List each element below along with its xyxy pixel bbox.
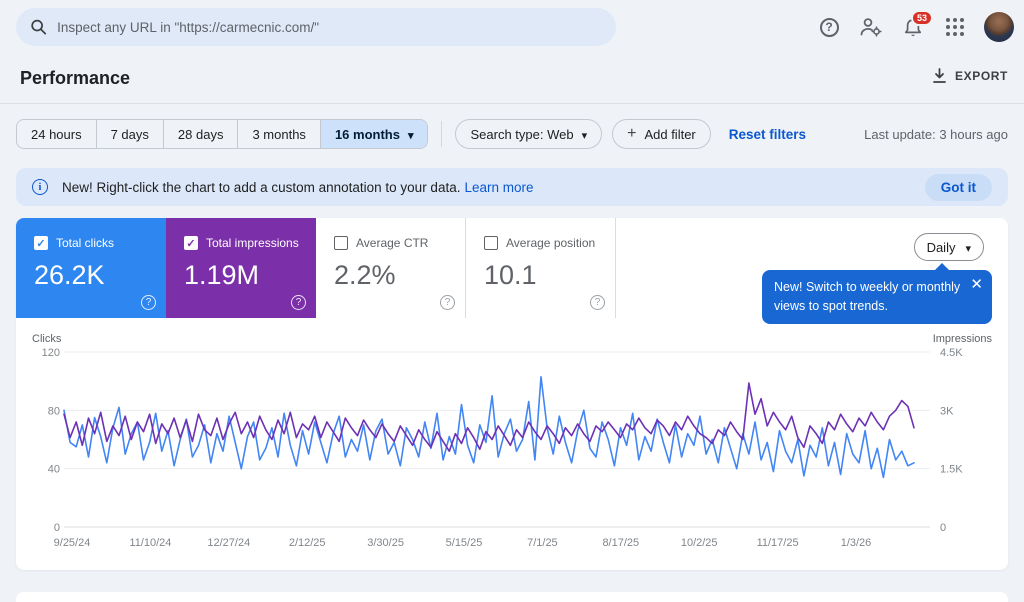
metric-tile-value: 26.2K — [34, 260, 166, 291]
left-axis-tick: 80 — [48, 405, 60, 417]
apps-button[interactable] — [942, 14, 968, 40]
topbar-actions: ? 53 — [816, 0, 1014, 54]
promo-tooltip: New! Switch to weekly or monthly views t… — [762, 270, 992, 324]
avatar[interactable] — [984, 12, 1014, 42]
checkbox-unchecked-icon[interactable] — [334, 236, 348, 250]
apps-grid-icon — [946, 18, 964, 36]
help-icon[interactable]: ? — [440, 295, 455, 310]
topbar: ? 53 — [0, 0, 1024, 54]
metric-tile-average-position[interactable]: Average position 10.1? — [466, 218, 616, 318]
date-range-16-months[interactable]: 16 months — [321, 120, 428, 148]
date-range-label: 16 months — [335, 127, 400, 142]
notifications-button[interactable]: 53 — [900, 14, 926, 40]
metric-tile-value: 10.1 — [484, 260, 615, 291]
x-axis-tick: 12/27/24 — [207, 537, 250, 549]
date-range-group: 24 hours 7 days 28 days 3 months 16 months — [16, 119, 428, 149]
metric-tile-label: Average CTR — [356, 236, 428, 250]
x-axis-tick: 11/17/25 — [757, 537, 799, 549]
right-axis-tick: 1.5K — [940, 464, 963, 476]
last-update-text: Last update: 3 hours ago — [864, 127, 1008, 142]
chevron-down-icon — [965, 240, 971, 255]
search-type-button[interactable]: Search type: Web — [455, 119, 602, 149]
date-range-label: 24 hours — [31, 127, 82, 142]
right-axis-label: Impressions — [933, 333, 993, 345]
help-icon[interactable]: ? — [291, 295, 306, 310]
right-axis-tick: 3K — [940, 405, 954, 417]
left-axis-tick: 40 — [48, 464, 60, 476]
chevron-down-icon — [408, 127, 414, 142]
right-axis-tick: 0 — [940, 522, 946, 534]
metric-tile-value: 1.19M — [184, 260, 316, 291]
help-icon[interactable]: ? — [141, 295, 156, 310]
page-title: Performance — [20, 68, 130, 89]
got-it-button[interactable]: Got it — [925, 174, 992, 201]
info-icon: i — [32, 179, 48, 195]
filter-row: 24 hours 7 days 28 days 3 months 16 months S… — [16, 119, 1008, 149]
download-icon — [932, 68, 947, 84]
annotation-banner: i New! Right-click the chart to add a cu… — [16, 168, 1008, 206]
user-settings-icon — [859, 16, 883, 38]
search-type-label: Search type: Web — [470, 127, 573, 142]
date-range-label: 3 months — [252, 127, 305, 142]
performance-chart[interactable]: 0 0 40 1.5K 80 3K 120 4.5K Clicks Impressions 9/25… — [16, 328, 1008, 570]
help-button[interactable]: ? — [816, 14, 842, 40]
metric-tile-average-ctr[interactable]: Average CTR 2.2%? — [316, 218, 466, 318]
add-filter-button[interactable]: + Add filter — [612, 119, 711, 149]
export-button[interactable]: EXPORT — [932, 68, 1008, 84]
date-range-28-days[interactable]: 28 days — [164, 120, 239, 148]
search-input[interactable] — [57, 20, 602, 35]
performance-chart-card: ✓ Total clicks 26.2K? ✓ Total impressions 1.1… — [16, 218, 1008, 570]
metric-tiles: ✓ Total clicks 26.2K? ✓ Total impressions 1.1… — [16, 218, 616, 318]
x-axis-tick: 10/2/25 — [681, 537, 718, 549]
url-inspect-search[interactable] — [16, 8, 616, 46]
help-icon: ? — [820, 18, 839, 37]
chevron-down-icon — [582, 127, 588, 142]
date-range-7-days[interactable]: 7 days — [97, 120, 164, 148]
date-range-3-months[interactable]: 3 months — [238, 120, 320, 148]
metric-tile-label: Total impressions — [206, 236, 299, 250]
x-axis-tick: 7/1/25 — [527, 537, 558, 549]
date-range-24-hours[interactable]: 24 hours — [17, 120, 97, 148]
next-card-stub — [16, 592, 1008, 602]
metric-tile-label: Average position — [506, 236, 595, 250]
promo-tooltip-text: New! Switch to weekly or monthly views t… — [774, 280, 960, 313]
date-range-label: 7 days — [111, 127, 149, 142]
x-axis-tick: 3/30/25 — [367, 537, 404, 549]
x-axis-tick: 9/25/24 — [54, 537, 91, 549]
page-header: Performance EXPORT — [0, 54, 1024, 103]
left-axis-tick: 0 — [54, 522, 60, 534]
close-icon[interactable]: ✕ — [970, 277, 983, 292]
x-axis-tick: 8/17/25 — [602, 537, 639, 549]
header-divider — [0, 103, 1024, 104]
filter-divider — [441, 121, 442, 147]
checkbox-checked-icon[interactable]: ✓ — [184, 236, 198, 250]
search-icon — [30, 18, 47, 36]
export-label: EXPORT — [955, 69, 1008, 83]
reset-filters-link[interactable]: Reset filters — [729, 127, 806, 142]
granularity-dropdown[interactable]: Daily — [914, 233, 984, 261]
add-filter-label: Add filter — [644, 127, 695, 142]
user-settings-button[interactable] — [858, 14, 884, 40]
metric-tile-label: Total clicks — [56, 236, 114, 250]
left-axis-label: Clicks — [32, 333, 62, 345]
x-axis-tick: 11/10/24 — [129, 537, 171, 549]
checkbox-checked-icon[interactable]: ✓ — [34, 236, 48, 250]
right-axis-tick: 4.5K — [940, 347, 963, 359]
date-range-label: 28 days — [178, 127, 224, 142]
metric-tile-total-impressions[interactable]: ✓ Total impressions 1.19M? — [166, 218, 316, 318]
learn-more-link[interactable]: Learn more — [464, 180, 533, 195]
granularity-label: Daily — [927, 240, 956, 255]
metric-tile-total-clicks[interactable]: ✓ Total clicks 26.2K? — [16, 218, 166, 318]
plus-icon: + — [627, 126, 636, 142]
x-axis-tick: 2/12/25 — [289, 537, 326, 549]
metric-tile-value: 2.2% — [334, 260, 465, 291]
notification-badge: 53 — [911, 10, 933, 26]
banner-text: New! Right-click the chart to add a cust… — [62, 180, 534, 195]
checkbox-unchecked-icon[interactable] — [484, 236, 498, 250]
left-axis-tick: 120 — [42, 347, 60, 359]
x-axis-tick: 5/15/25 — [446, 537, 483, 549]
help-icon[interactable]: ? — [590, 295, 605, 310]
x-axis-tick: 1/3/26 — [841, 537, 872, 549]
